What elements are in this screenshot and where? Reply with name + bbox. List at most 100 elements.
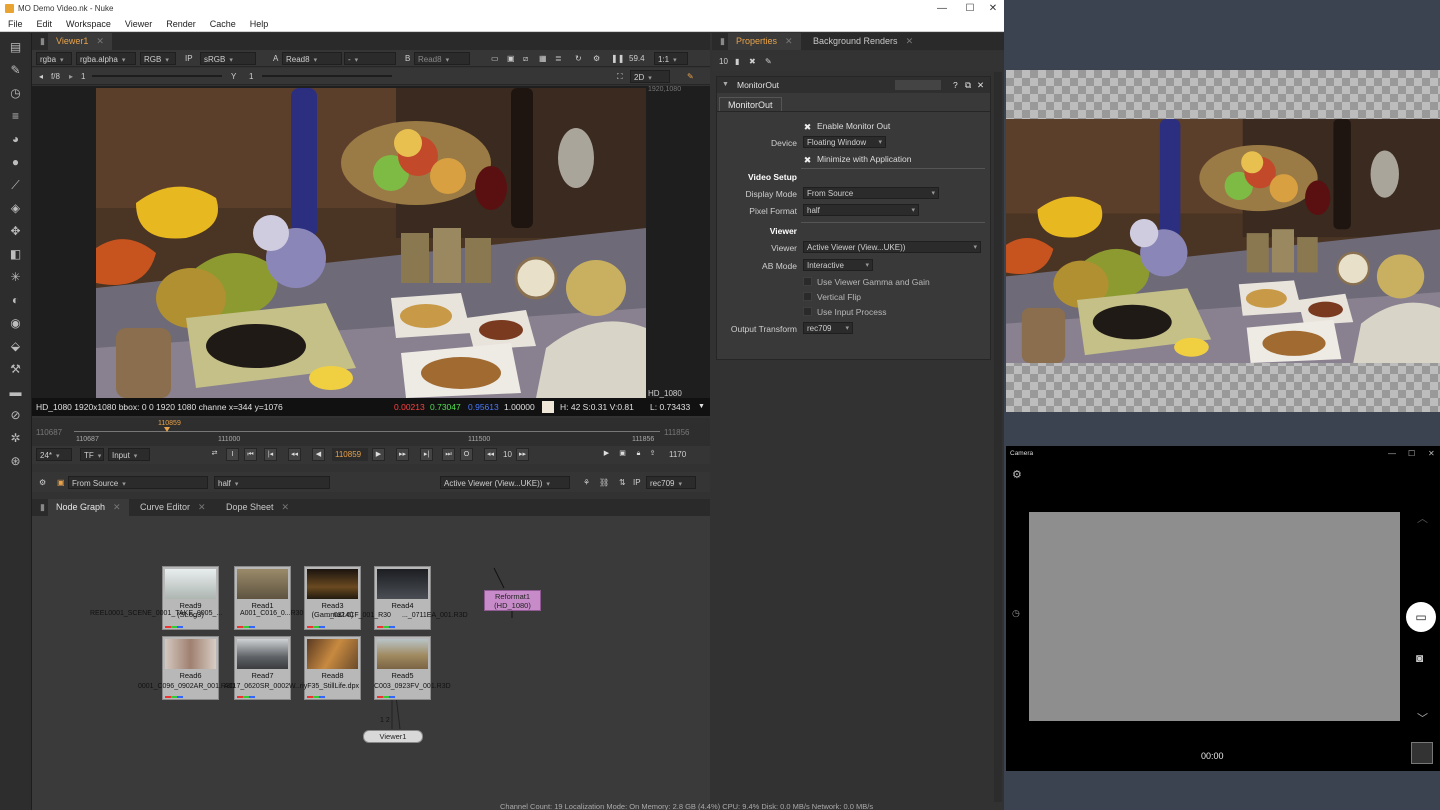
read-node[interactable]: Read6: [162, 636, 219, 700]
monitor-viewer-dropdown[interactable]: Active Viewer (View...UKE)): [440, 476, 570, 489]
gamma-slider[interactable]: [262, 75, 392, 77]
time-tool-icon[interactable]: ◷: [7, 85, 24, 102]
channel-tool-icon[interactable]: ≡: [7, 108, 24, 125]
play-button[interactable]: ▶: [372, 448, 385, 461]
device-dropdown[interactable]: Floating Window ▾: [803, 136, 886, 148]
fstop-value[interactable]: f/8: [48, 70, 63, 83]
monitor-ip-toggle[interactable]: IP: [630, 476, 644, 489]
input-dropdown[interactable]: Input: [108, 448, 150, 461]
video-record-button[interactable]: ▭: [1406, 602, 1436, 632]
tab-properties[interactable]: Properties ✕: [728, 33, 801, 50]
monitor-flip-icon[interactable]: ⇅: [616, 476, 629, 489]
gain-readout[interactable]: 59.4: [626, 52, 648, 65]
step-back-button[interactable]: ◂◂: [484, 448, 497, 461]
read-node[interactable]: Read9 (SLog3): [162, 566, 219, 630]
other-tool-icon[interactable]: ▬: [7, 384, 24, 401]
tab-dope-sheet[interactable]: Dope Sheet ✕: [218, 499, 297, 516]
loop-icon[interactable]: ⇄: [208, 448, 221, 461]
first-frame-button[interactable]: ⏮: [244, 448, 257, 461]
fstop-arrow-right-icon[interactable]: ▸: [66, 70, 76, 83]
current-frame-input[interactable]: 110859: [332, 448, 368, 461]
monitor-link-icon[interactable]: ⛓: [596, 476, 612, 489]
clipping-icon[interactable]: ▦: [536, 52, 550, 65]
close-background-renders-icon[interactable]: ✕: [906, 36, 914, 46]
clear-panels-icon[interactable]: ✖: [746, 55, 759, 68]
camera-maximize-button[interactable]: ☐: [1408, 449, 1415, 458]
step-value[interactable]: 10: [500, 448, 515, 461]
lock-icon[interactable]: 🔒︎: [632, 448, 645, 461]
zoom-dropdown[interactable]: 1:1: [654, 52, 688, 65]
minimize-with-app-checkbox[interactable]: ✖ Minimize with Application: [803, 154, 912, 165]
info-expand-icon[interactable]: ▼: [698, 398, 705, 416]
reformat-node[interactable]: Reformat1 (HD_1080): [484, 590, 541, 611]
out-point-button[interactable]: O: [460, 448, 473, 461]
ab-mode-dropdown[interactable]: -: [344, 52, 396, 65]
enable-monitor-out-checkbox[interactable]: ✖ Enable Monitor Out: [803, 121, 891, 132]
step-forward-button[interactable]: ▸▸: [516, 448, 529, 461]
pause-icon[interactable]: ❚❚: [608, 52, 627, 65]
lock-panels-icon[interactable]: ▮: [732, 55, 742, 68]
next-frame-button[interactable]: ▸▸: [396, 448, 409, 461]
merge-tool-icon[interactable]: ◈: [7, 200, 24, 217]
close-tab-icon[interactable]: ✕: [96, 36, 104, 46]
timeline[interactable]: 110687 110859 110687 111000 111500 11185…: [32, 418, 710, 446]
metadata-tool-icon[interactable]: ⬙: [7, 338, 24, 355]
safe-area-icon[interactable]: ▣: [504, 52, 518, 65]
cara-tool-icon[interactable]: ✲: [7, 430, 24, 447]
minimize-button[interactable]: —: [930, 0, 954, 17]
view-mode-dropdown[interactable]: 2D: [630, 70, 670, 83]
close-panel-icon[interactable]: ✕: [977, 77, 984, 93]
pixel-format-dropdown[interactable]: half ▾: [803, 204, 919, 216]
maximize-button[interactable]: ☐: [958, 0, 982, 17]
header-buttons[interactable]: [895, 80, 941, 90]
cache-icon[interactable]: ▣: [616, 448, 629, 461]
collapse-icon[interactable]: ▼: [722, 77, 729, 93]
properties-scrollbar[interactable]: [994, 72, 1002, 802]
camera-settings-icon[interactable]: ⚙: [1012, 468, 1022, 481]
photo-mode-icon[interactable]: ◙: [1416, 651, 1423, 665]
prev-key-button[interactable]: |◂: [264, 448, 277, 461]
wipe-icon[interactable]: ⧄: [520, 52, 531, 65]
flipbook-icon[interactable]: ▶: [600, 448, 613, 461]
last-frame-button[interactable]: ⏭: [442, 448, 455, 461]
monitor-gain-icon[interactable]: ⚘: [580, 476, 593, 489]
monitor-settings-icon[interactable]: ⚙: [36, 476, 49, 489]
edit-icon[interactable]: ✎: [762, 55, 775, 68]
monitor-transform-dropdown[interactable]: rec709: [646, 476, 696, 489]
use-input-process-checkbox[interactable]: Use Input Process: [803, 307, 886, 317]
gain-slider[interactable]: [92, 75, 222, 77]
monitor-source-dropdown[interactable]: From Source: [68, 476, 208, 489]
menu-viewer[interactable]: Viewer: [117, 19, 158, 29]
roi-icon[interactable]: ▭: [488, 52, 502, 65]
furnace-tool-icon[interactable]: ⊘: [7, 407, 24, 424]
draw-tool-icon[interactable]: ✎: [7, 62, 24, 79]
views-tool-icon[interactable]: ◉: [7, 315, 24, 332]
camera-close-button[interactable]: ✕: [1428, 449, 1435, 458]
read-node[interactable]: Read3 (Gamma2.6): [304, 566, 361, 630]
close-dope-sheet-icon[interactable]: ✕: [282, 502, 290, 512]
tab-viewer1[interactable]: Viewer1 ✕: [48, 33, 112, 50]
close-curve-editor-icon[interactable]: ✕: [198, 502, 206, 512]
tab-curve-editor[interactable]: Curve Editor ✕: [132, 499, 214, 516]
camera-roll-thumbnail[interactable]: [1411, 742, 1433, 764]
color-tool-icon[interactable]: ◕: [7, 131, 24, 148]
refresh-icon[interactable]: ↻: [572, 52, 585, 65]
chevron-down-icon[interactable]: ﹀: [1417, 710, 1428, 726]
filter-tool-icon[interactable]: ●: [7, 154, 24, 171]
menu-edit[interactable]: Edit: [29, 19, 59, 29]
gamma-value[interactable]: 1: [246, 70, 256, 83]
alpha-dropdown[interactable]: rgba.alpha: [76, 52, 136, 65]
playhead-icon[interactable]: [164, 427, 170, 432]
image-tool-icon[interactable]: ▤: [7, 39, 24, 56]
next-key-button[interactable]: ▸|: [420, 448, 433, 461]
read-node[interactable]: Read4: [374, 566, 431, 630]
ab-mode-prop-dropdown[interactable]: Interactive ▾: [803, 259, 873, 271]
particles-tool-icon[interactable]: ✳: [7, 269, 24, 286]
viewer-canvas[interactable]: 1920,1080 HD_1080: [32, 86, 710, 398]
keyer-tool-icon[interactable]: ⟋: [7, 177, 24, 194]
help-icon[interactable]: ?: [953, 77, 958, 93]
use-gamma-gain-checkbox[interactable]: Use Viewer Gamma and Gain: [803, 277, 930, 287]
node-graph-canvas[interactable]: Read9 (SLog3) Read1 Read3 (Gamma2.6) Read4…: [32, 516, 710, 810]
tab-background-renders[interactable]: Background Renders ✕: [805, 33, 921, 50]
monitor-enable-icon[interactable]: ▣: [54, 476, 68, 489]
